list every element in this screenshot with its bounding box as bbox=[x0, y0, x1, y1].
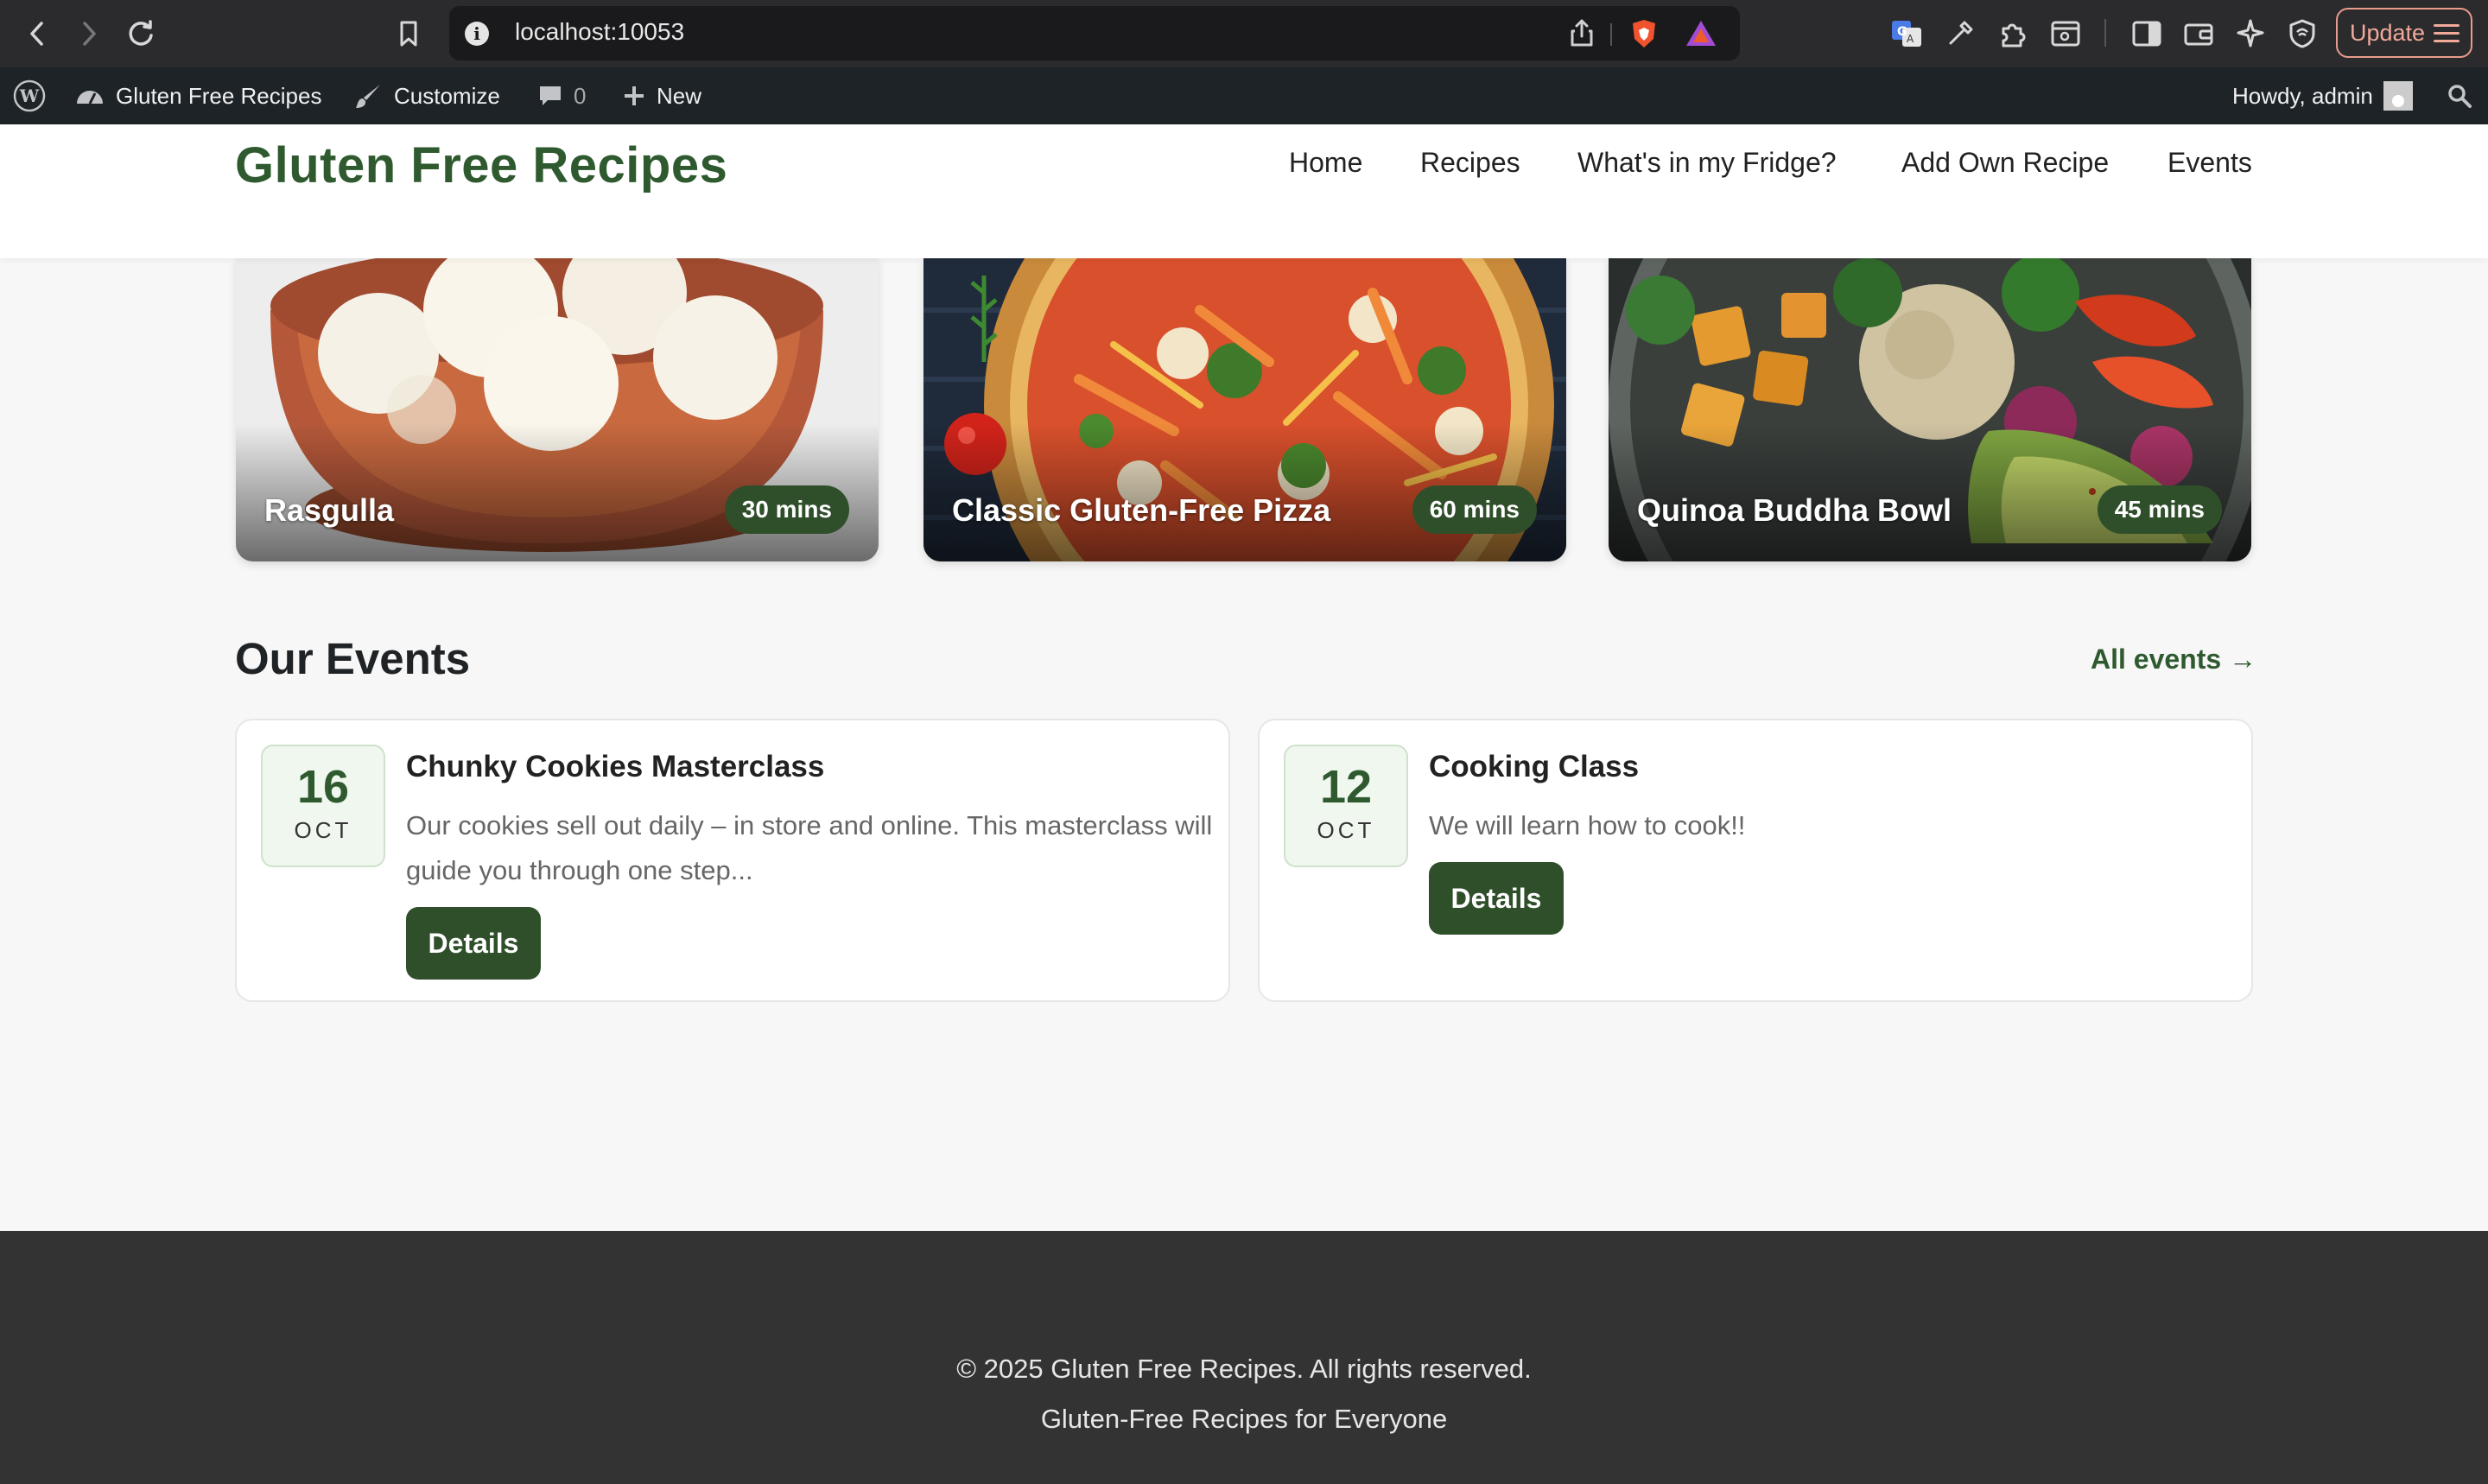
address-bar[interactable]: i localhost:10053 bbox=[449, 6, 1740, 60]
bookmark-icon[interactable] bbox=[390, 16, 427, 52]
admin-customize-link[interactable]: Customize bbox=[354, 67, 500, 124]
all-events-link[interactable]: All events → bbox=[2091, 644, 2256, 675]
recipe-time-badge: 45 mins bbox=[2097, 485, 2222, 534]
comment-icon bbox=[540, 86, 561, 105]
svg-text:A: A bbox=[1907, 33, 1914, 45]
event-description: Our cookies sell out daily – in store an… bbox=[406, 810, 1213, 885]
back-icon[interactable] bbox=[19, 16, 55, 52]
admin-new-label: New bbox=[657, 82, 702, 109]
recipe-time-badge: 30 mins bbox=[724, 485, 849, 534]
howdy-text: Howdy, admin bbox=[2232, 82, 2373, 109]
url-text: localhost:10053 bbox=[515, 18, 685, 45]
extensions-icon[interactable] bbox=[1996, 16, 2032, 52]
recipe-name: Classic Gluten-Free Pizza bbox=[952, 492, 1331, 528]
footer-tagline: Gluten-Free Recipes for Everyone bbox=[1040, 1404, 1448, 1434]
comments-count: 0 bbox=[574, 82, 587, 109]
event-month: OCT bbox=[1317, 817, 1375, 843]
event-card: 12 OCT Cooking Class We will learn how t… bbox=[1258, 719, 2253, 1002]
nav-home[interactable]: Home bbox=[1289, 147, 1362, 179]
event-details-button[interactable]: Details bbox=[406, 907, 541, 980]
brush-icon bbox=[356, 85, 380, 108]
admin-comments-link[interactable]: 0 bbox=[537, 67, 586, 124]
nav-add-recipe[interactable]: Add Own Recipe bbox=[1901, 147, 2109, 179]
admin-site-name: Gluten Free Recipes bbox=[116, 82, 322, 109]
sidebar-icon[interactable] bbox=[2129, 16, 2165, 52]
admin-site-link[interactable]: Gluten Free Recipes bbox=[74, 67, 321, 124]
event-month: OCT bbox=[294, 817, 352, 843]
admin-account-link[interactable]: Howdy, admin bbox=[2232, 67, 2413, 124]
brave-rewards-icon[interactable] bbox=[1685, 18, 1717, 49]
recipe-card[interactable]: Quinoa Buddha Bowl 45 mins bbox=[1609, 258, 2251, 561]
nav-fridge[interactable]: What's in my Fridge? bbox=[1577, 147, 1837, 179]
footer-copyright: © 2025 Gluten Free Recipes. All rights r… bbox=[956, 1354, 1532, 1384]
recipe-card[interactable]: Classic Gluten-Free Pizza 60 mins bbox=[923, 258, 1566, 561]
avatar bbox=[2383, 81, 2413, 111]
reader-mode-icon[interactable] bbox=[2047, 16, 2084, 52]
admin-customize-label: Customize bbox=[394, 82, 500, 109]
event-day: 12 bbox=[1319, 761, 1373, 813]
wordpress-logo-icon[interactable]: W bbox=[12, 67, 47, 124]
event-title[interactable]: Chunky Cookies Masterclass bbox=[406, 750, 824, 784]
nav-recipes[interactable]: Recipes bbox=[1420, 147, 1520, 179]
event-description: We will learn how to cook!! bbox=[1429, 810, 1746, 840]
event-details-button[interactable]: Details bbox=[1429, 862, 1564, 935]
event-day: 16 bbox=[296, 761, 350, 813]
site-header: Gluten Free Recipes Home Recipes What's … bbox=[0, 124, 2488, 258]
events-heading: Our Events bbox=[235, 634, 471, 683]
admin-new-link[interactable]: New bbox=[622, 67, 701, 124]
event-date-badge: 16 OCT bbox=[261, 745, 385, 867]
event-date-badge: 12 OCT bbox=[1284, 745, 1408, 867]
wallet-icon[interactable] bbox=[2180, 16, 2217, 52]
leo-ai-icon[interactable] bbox=[2232, 16, 2269, 52]
browser-toolbar: i localhost:10053 GA Update bbox=[0, 0, 2488, 67]
update-label: Update bbox=[2350, 19, 2426, 46]
event-title[interactable]: Cooking Class bbox=[1429, 750, 1639, 784]
nav-events[interactable]: Events bbox=[2167, 147, 2252, 179]
translate-icon[interactable]: GA bbox=[1888, 16, 1925, 52]
site-footer: © 2025 Gluten Free Recipes. All rights r… bbox=[0, 1231, 2488, 1484]
site-info-icon[interactable]: i bbox=[465, 22, 489, 46]
menu-icon bbox=[2434, 19, 2460, 48]
recipe-time-badge: 60 mins bbox=[1412, 485, 1537, 534]
recipe-name: Quinoa Buddha Bowl bbox=[1637, 492, 1952, 528]
update-button[interactable]: Update bbox=[2336, 8, 2472, 58]
brave-shields-icon[interactable] bbox=[1629, 18, 1659, 49]
recipe-card[interactable]: Rasgulla 30 mins bbox=[236, 258, 879, 561]
event-card: 16 OCT Chunky Cookies Masterclass Our co… bbox=[235, 719, 1230, 1002]
reload-icon[interactable] bbox=[123, 16, 159, 52]
toolbar-separator bbox=[2104, 19, 2106, 47]
url-separator bbox=[1610, 23, 1612, 46]
eyedropper-icon[interactable] bbox=[1942, 16, 1978, 52]
recipe-name: Rasgulla bbox=[264, 492, 395, 528]
share-icon[interactable] bbox=[1569, 18, 1595, 48]
forward-icon[interactable] bbox=[71, 16, 107, 52]
svg-text:W: W bbox=[19, 86, 40, 106]
plus-icon bbox=[625, 86, 644, 105]
wp-admin-bar: W Gluten Free Recipes Customize 0 New Ho… bbox=[0, 67, 2488, 124]
site-title[interactable]: Gluten Free Recipes bbox=[235, 136, 727, 194]
admin-search-icon[interactable] bbox=[2447, 67, 2472, 124]
dashboard-icon bbox=[77, 91, 103, 105]
svg-text:G: G bbox=[1897, 25, 1907, 39]
vpn-icon[interactable] bbox=[2284, 16, 2320, 52]
